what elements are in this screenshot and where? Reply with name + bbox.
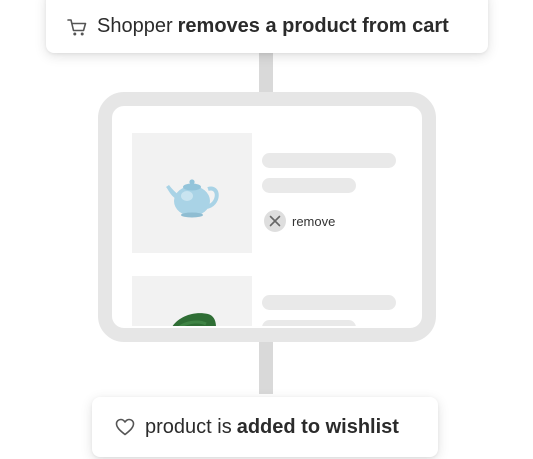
event-card-wishlist: product is added to wishlist bbox=[92, 397, 438, 457]
event-subject: product is bbox=[145, 415, 232, 438]
product-subtitle-placeholder bbox=[262, 320, 356, 326]
product-title-placeholder bbox=[262, 153, 396, 168]
event-action: removes a product from cart bbox=[177, 15, 449, 37]
cart-icon bbox=[66, 16, 88, 38]
cart-screen: remove bbox=[116, 108, 418, 326]
event-action: added to wishlist bbox=[236, 415, 399, 438]
product-title-placeholder bbox=[262, 295, 396, 310]
remove-label[interactable]: remove bbox=[292, 214, 335, 229]
product-subtitle-placeholder bbox=[262, 178, 356, 193]
close-icon bbox=[269, 215, 281, 227]
product-image-teapot bbox=[132, 133, 252, 253]
remove-button[interactable] bbox=[264, 210, 286, 232]
event-card-cart-removal: Shopper removes a product from cart bbox=[46, 0, 488, 53]
product-image-chair bbox=[132, 276, 252, 326]
remove-action[interactable]: remove bbox=[264, 210, 335, 232]
green-chair-image bbox=[172, 313, 216, 326]
connector-line-bottom bbox=[259, 340, 273, 394]
event-actor: Shopper bbox=[97, 15, 173, 37]
heart-icon bbox=[114, 416, 136, 438]
teapot-image bbox=[166, 179, 219, 218]
flow-illustration: remove Shopper removes a product from ca… bbox=[0, 0, 533, 459]
